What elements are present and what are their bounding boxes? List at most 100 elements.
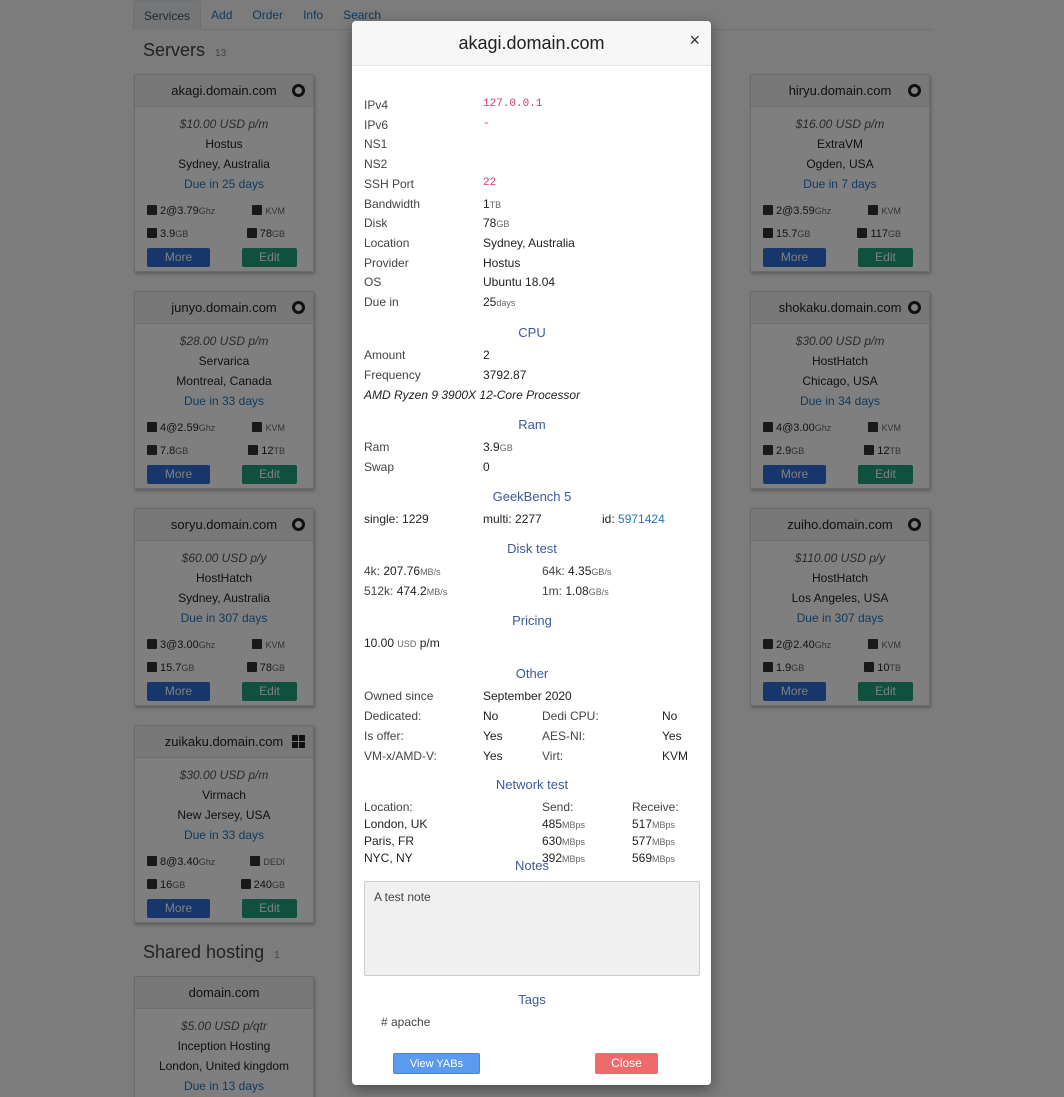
detail-label: Location — [364, 235, 410, 250]
pricing-value: 10.00 USD p/m — [364, 636, 440, 650]
network-column-header: Send: — [542, 800, 574, 814]
owned-since-value: September 2020 — [483, 689, 572, 703]
network-column-header: Receive: — [632, 800, 679, 814]
detail-value: 78GB — [483, 216, 509, 230]
detail-label: IPv4 — [364, 98, 389, 112]
cpu-frequency-value: 3792.87 — [483, 368, 527, 382]
disk-test-value: 207.76 — [383, 564, 421, 578]
unit-label: TB — [489, 199, 502, 210]
disk-test-value: 4.35 — [568, 564, 592, 578]
detail-value: 25days — [483, 295, 515, 309]
tags-heading: Tags — [518, 992, 546, 1007]
geekbench-id-label: id: — [602, 512, 615, 526]
other-label: AES-NI: — [542, 729, 586, 743]
swap-value: 0 — [483, 460, 490, 474]
other-value: No — [483, 709, 499, 723]
modal-title: akagi.domain.com — [458, 33, 605, 53]
price-amount: 10.00 — [364, 636, 395, 650]
modal-header: akagi.domain.com × — [352, 21, 711, 66]
pricing-heading: Pricing — [512, 613, 552, 628]
detail-label: SSH Port — [364, 176, 415, 191]
cpu-amount-label: Amount — [364, 348, 406, 362]
network-location: London, UK — [364, 817, 428, 831]
detail-value-value: 78 — [483, 216, 497, 231]
other-value: No — [662, 709, 678, 723]
network-receive: 577MBps — [632, 834, 675, 848]
cpu-frequency-label: Frequency — [364, 368, 421, 382]
other-label: Virt: — [542, 749, 564, 763]
disk-test-label: 4k: — [364, 564, 381, 578]
detail-value: 127.0.0.1 — [483, 98, 543, 110]
network-location: Paris, FR — [364, 834, 415, 848]
geekbench-id-value[interactable]: 5971424 — [618, 512, 665, 526]
unit-label: days — [496, 298, 516, 308]
ram-heading: Ram — [518, 417, 546, 432]
other-value: KVM — [662, 749, 689, 763]
detail-label: OS — [364, 275, 382, 290]
other-value: Yes — [483, 729, 503, 743]
geekbench-heading: GeekBench 5 — [492, 489, 572, 504]
server-details-modal: akagi.domain.com × A test note # apache … — [352, 21, 711, 1085]
disk-test-label: 1m: — [542, 584, 563, 598]
disk-test-result: 4k: 207.76MB/s — [364, 564, 441, 578]
network-receive-value: 517 — [632, 817, 653, 831]
view-yabs-button[interactable]: View YABs — [393, 1053, 480, 1074]
detail-value: Sydney, Australia — [483, 235, 575, 250]
geekbench-multi: multi: 2277 — [483, 512, 542, 526]
detail-label: Bandwidth — [364, 196, 421, 211]
detail-label: IPv6 — [364, 117, 389, 132]
network-send-value: 630 — [542, 834, 563, 848]
close-icon[interactable]: × — [689, 30, 700, 51]
cpu-model: AMD Ryzen 9 3900X 12-Core Processor — [364, 388, 581, 402]
disk-test-label: 512k: — [364, 584, 394, 598]
geekbench-id: id: 5971424 — [602, 512, 665, 526]
notes-textarea[interactable]: A test note — [364, 881, 700, 976]
disk-test-result: 1m: 1.08GB/s — [542, 584, 609, 598]
network-send: 630MBps — [542, 834, 585, 848]
ram-value: 3.9GB — [483, 440, 513, 454]
notes-heading: Notes — [515, 858, 549, 873]
network-send: 485MBps — [542, 817, 585, 831]
disk-test-value: 474.2 — [396, 584, 427, 598]
unit-label: GB/s — [591, 567, 612, 577]
ram-label: Ram — [364, 440, 390, 454]
unit-label: GB — [496, 219, 510, 230]
tag-item[interactable]: # apache — [381, 1015, 430, 1029]
other-label: VM-x/AMD-V: — [364, 749, 437, 763]
price-term: p/m — [419, 636, 440, 650]
geekbench-single: single: 1229 — [364, 512, 429, 526]
geekbench-multi-value: 2277 — [515, 512, 542, 526]
other-label: Dedi CPU: — [542, 709, 599, 723]
disk-test-label: 64k: — [542, 564, 565, 578]
cpu-amount-value: 2 — [483, 348, 490, 362]
unit-label: MBps — [562, 820, 586, 830]
detail-value: 22 — [483, 176, 497, 189]
swap-label: Swap — [364, 460, 395, 474]
unit-label: MB/s — [420, 567, 441, 577]
unit-label: MB/s — [426, 587, 448, 597]
disk-test-result: 512k: 474.2MB/s — [364, 584, 447, 598]
geekbench-single-label: single: — [364, 512, 399, 526]
geekbench-single-value: 1229 — [402, 512, 429, 526]
other-heading: Other — [515, 666, 549, 681]
price-currency: USD — [397, 639, 417, 649]
detail-value-value: 1 — [483, 196, 490, 211]
disk-test-heading: Disk test — [507, 541, 557, 556]
unit-label: GB — [499, 443, 513, 453]
disk-test-value: 1.08 — [565, 584, 589, 598]
other-value: Yes — [483, 749, 503, 763]
geekbench-multi-label: multi: — [483, 512, 512, 526]
detail-label: NS1 — [364, 137, 388, 152]
ram-value-value: 3.9 — [483, 440, 500, 454]
close-button[interactable]: Close — [595, 1053, 658, 1074]
other-label: Dedicated: — [364, 709, 422, 723]
detail-label: Disk — [364, 216, 388, 231]
detail-value: Ubuntu 18.04 — [483, 275, 556, 290]
network-receive-value: 577 — [632, 834, 653, 848]
network-receive: 517MBps — [632, 817, 675, 831]
unit-label: MBps — [652, 837, 676, 847]
detail-value: - — [483, 117, 490, 130]
owned-since-label: Owned since — [364, 689, 434, 703]
network-test-heading: Network test — [495, 777, 569, 792]
other-value: Yes — [662, 729, 682, 743]
